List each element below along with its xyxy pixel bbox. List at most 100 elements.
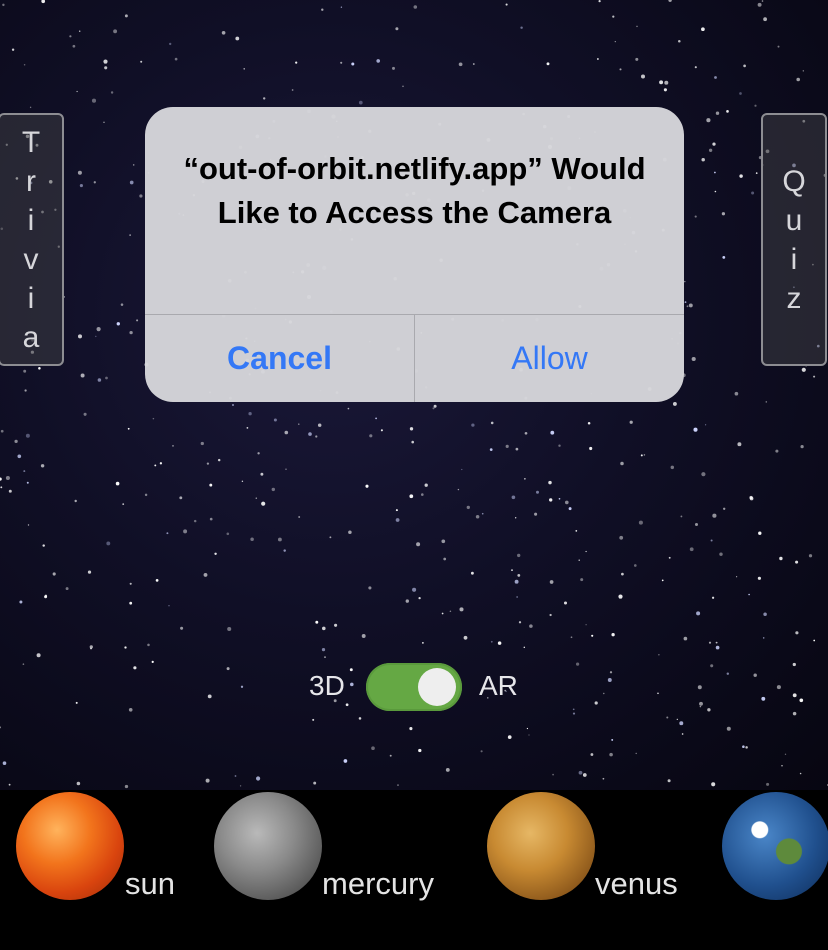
star — [614, 40, 616, 43]
planet-selector-bar: sun mercury venus — [0, 790, 828, 950]
star — [183, 529, 188, 534]
star — [505, 444, 509, 448]
star — [351, 62, 355, 66]
star — [507, 735, 512, 739]
star — [549, 498, 553, 502]
star — [497, 641, 502, 645]
star — [795, 631, 799, 635]
star — [23, 369, 27, 373]
star — [694, 215, 697, 218]
star — [663, 88, 667, 92]
planet-item-earth[interactable] — [722, 790, 828, 950]
star — [209, 483, 213, 487]
star — [104, 66, 108, 70]
planet-item-venus[interactable]: venus — [487, 790, 707, 950]
star — [227, 626, 232, 632]
allow-button[interactable]: Allow — [415, 315, 684, 402]
star — [36, 653, 41, 658]
mode-label-3d: 3D — [309, 670, 345, 701]
star — [640, 74, 646, 79]
star — [416, 542, 421, 547]
star — [813, 639, 816, 642]
mode-toggle-switch[interactable] — [366, 663, 462, 711]
star — [719, 552, 723, 556]
star — [8, 489, 12, 493]
star — [105, 376, 108, 380]
star — [737, 442, 742, 447]
star — [358, 100, 363, 105]
star — [358, 717, 362, 720]
star — [424, 483, 428, 487]
star — [422, 642, 424, 644]
star — [575, 530, 578, 532]
star — [217, 458, 221, 462]
star — [784, 753, 787, 755]
star — [79, 184, 83, 188]
star — [696, 611, 701, 616]
star — [515, 517, 517, 519]
star — [44, 595, 48, 599]
star — [380, 429, 383, 432]
star — [2, 761, 7, 765]
quiz-letter: i — [790, 242, 798, 276]
star — [681, 733, 684, 735]
star — [511, 495, 516, 500]
star — [686, 305, 689, 308]
star — [587, 422, 591, 425]
star — [715, 111, 720, 115]
cancel-button[interactable]: Cancel — [145, 315, 415, 402]
star — [635, 752, 637, 755]
star — [514, 579, 519, 584]
quiz-letter: Q — [782, 164, 806, 198]
planet-item-mercury[interactable]: mercury — [214, 790, 464, 950]
quiz-tab[interactable]: Q u i z — [761, 113, 827, 366]
trivia-tab[interactable]: T r i v i a — [0, 113, 64, 366]
star — [83, 412, 87, 416]
star — [321, 8, 324, 11]
star — [572, 712, 576, 715]
star — [763, 17, 767, 22]
star — [368, 586, 372, 590]
star — [315, 620, 319, 624]
star — [799, 772, 802, 775]
sun-image — [16, 792, 124, 900]
star — [2, 3, 5, 7]
star — [147, 643, 150, 647]
star — [413, 5, 418, 9]
star — [169, 42, 172, 46]
star — [315, 435, 318, 438]
star — [489, 448, 493, 451]
star — [517, 574, 521, 577]
star — [441, 539, 446, 544]
star — [800, 444, 804, 449]
star — [611, 738, 614, 741]
trivia-letter: i — [27, 203, 35, 237]
star — [505, 3, 508, 6]
star — [376, 59, 381, 63]
star — [132, 164, 135, 166]
star — [472, 63, 475, 65]
star — [712, 142, 716, 146]
star — [666, 716, 669, 719]
star — [751, 191, 755, 195]
star — [589, 446, 593, 451]
star — [536, 490, 539, 494]
star — [42, 544, 45, 547]
star — [636, 25, 638, 28]
star — [688, 303, 693, 308]
star — [792, 711, 797, 716]
planet-item-sun[interactable]: sun — [16, 790, 196, 950]
star — [668, 556, 671, 559]
planet-label-sun: sun — [125, 866, 175, 901]
star — [585, 550, 587, 553]
dialog-title: “out-of-orbit.netlify.app” Would Like to… — [183, 151, 646, 230]
star — [124, 784, 129, 789]
quiz-letter: u — [785, 203, 803, 237]
star — [712, 513, 717, 518]
star — [271, 487, 276, 492]
star — [129, 180, 134, 185]
star — [180, 626, 184, 630]
star — [340, 6, 343, 8]
mode-toggle-row: 3D AR — [0, 663, 828, 711]
star — [714, 171, 716, 174]
